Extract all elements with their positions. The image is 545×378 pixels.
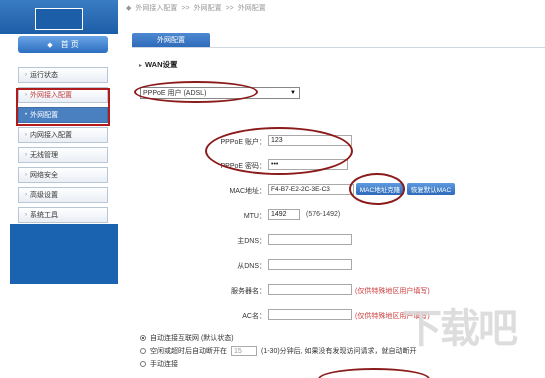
service-name-label: 服务器名： [231, 288, 266, 295]
radio-auto[interactable] [140, 335, 146, 341]
breadcrumb-separator: >> [181, 4, 190, 12]
logo [35, 8, 83, 30]
breadcrumb-separator: >> [225, 4, 234, 12]
tab-divider [132, 47, 545, 48]
sidebar-item-status[interactable]: › 运行状态 [18, 67, 108, 83]
breadcrumb-item[interactable]: 外网接入配置 [135, 3, 177, 13]
chevron-right-icon: › [25, 72, 27, 78]
caret-down-icon: ▼ [290, 90, 296, 96]
section-title-text: WAN设置 [145, 60, 178, 69]
service-name-input[interactable] [268, 284, 352, 295]
chevron-right-icon: › [25, 152, 27, 158]
home-label: 首 页 [60, 40, 79, 49]
chevron-right-icon: › [25, 192, 27, 198]
service-name-hint: (仅供特殊地区用户填写) [355, 288, 430, 295]
chevron-right-icon: › [25, 92, 27, 98]
sidebar-item-label: 网络安全 [30, 172, 58, 179]
sidebar-item-tools[interactable]: › 系统工具 [18, 207, 108, 223]
chevron-right-icon: › [25, 132, 27, 138]
watermark: 下载吧 [402, 306, 518, 352]
diamond-icon: ◆ [126, 5, 132, 12]
sidebar-item-wireless[interactable]: › 无线管理 [18, 147, 108, 163]
sidebar-item-label: 系统工具 [30, 212, 58, 219]
connect-idle-suffix: (1-30)分钟后, 如果没有发现访问请求，就自动断开 [261, 348, 417, 355]
mtu-input[interactable]: 1492 [268, 209, 300, 220]
breadcrumb-item: 外网配置 [237, 5, 266, 12]
primary-dns-label: 主DNS： [237, 238, 266, 245]
wan-type-value: PPPoE 用户 (ADSL) [143, 90, 207, 97]
connect-auto-label: 自动连接互联网 (默认状态) [150, 335, 234, 342]
connect-manual-label: 手动连接 [150, 361, 178, 368]
triangle-right-icon: ▸ [139, 63, 143, 69]
chevron-right-icon: › [25, 212, 27, 218]
chevron-right-icon: › [25, 172, 27, 178]
connect-idle-label: 空闲或超时后自动断开在 [150, 348, 227, 355]
sidebar-item-label: 外网接入配置 [30, 92, 72, 99]
bullet-icon: • [25, 112, 28, 118]
sidebar-footer-panel [10, 224, 118, 284]
sidebar-item-label: 无线管理 [30, 152, 58, 159]
sidebar-item-security[interactable]: › 网络安全 [18, 167, 108, 183]
sidebar-subitem-wan-config[interactable]: • 外网配置 [18, 107, 108, 123]
mac-label: MAC地址： [229, 188, 266, 195]
sidebar-item-label: 高级设置 [30, 192, 58, 199]
mac-input[interactable]: F4-B7-E2-2C-3E-C3 [268, 184, 354, 195]
pppoe-password-input[interactable]: ••• [268, 159, 348, 170]
radio-idle[interactable] [140, 348, 146, 354]
secondary-dns-input[interactable] [268, 259, 352, 270]
mtu-range-hint: (576-1492) [306, 211, 341, 218]
primary-dns-input[interactable] [268, 234, 352, 245]
sidebar-item-advanced[interactable]: › 高级设置 [18, 187, 108, 203]
sidebar-item-lan-access[interactable]: › 内网接入配置 [18, 127, 108, 143]
sidebar: ◆ 首 页 › 运行状态 › 外网接入配置 • 外网配置 › 内网接入配置 › … [0, 0, 118, 378]
sidebar-item-wan-access[interactable]: › 外网接入配置 [18, 87, 108, 103]
connect-manual-option[interactable]: 手动连接 [140, 359, 178, 369]
tab-wan-config[interactable]: 外网配置 [132, 33, 210, 47]
sidebar-menu: › 运行状态 › 外网接入配置 • 外网配置 › 内网接入配置 › 无线管理 ›… [18, 67, 108, 227]
pppoe-password-label: PPPoE 密码： [220, 163, 266, 170]
radio-manual[interactable] [140, 361, 146, 367]
highlight-ellipse [318, 368, 430, 378]
pppoe-account-input[interactable]: 123 [268, 135, 352, 146]
connect-idle-option[interactable]: 空闲或超时后自动断开在 15 (1-30)分钟后, 如果没有发现访问请求，就自动… [140, 346, 417, 356]
breadcrumb-item[interactable]: 外网配置 [194, 3, 222, 13]
home-button[interactable]: ◆ 首 页 [18, 36, 108, 53]
mtu-label: MTU： [243, 213, 266, 220]
sidebar-item-label: 内网接入配置 [30, 132, 72, 139]
section-title: ▸ WAN设置 [139, 59, 178, 70]
ac-name-label: AC名： [242, 313, 266, 320]
secondary-dns-label: 从DNS： [237, 263, 266, 270]
sidebar-item-label: 外网配置 [30, 112, 59, 119]
mac-restore-button[interactable]: 恢复默认MAC [407, 183, 455, 195]
connect-auto-option[interactable]: 自动连接互联网 (默认状态) [140, 333, 234, 343]
sidebar-item-label: 运行状态 [30, 72, 58, 79]
diamond-icon: ◆ [47, 41, 53, 49]
pppoe-account-label: PPPoE 账户： [220, 139, 266, 146]
breadcrumb: ◆ 外网接入配置 >> 外网配置 >> 外网配置 [118, 0, 545, 16]
ac-name-input[interactable] [268, 309, 352, 320]
wan-type-select[interactable]: PPPoE 用户 (ADSL) ▼ [140, 87, 300, 99]
mac-clone-button[interactable]: MAC地址克隆 [356, 183, 404, 195]
idle-minutes-input[interactable]: 15 [231, 346, 257, 356]
